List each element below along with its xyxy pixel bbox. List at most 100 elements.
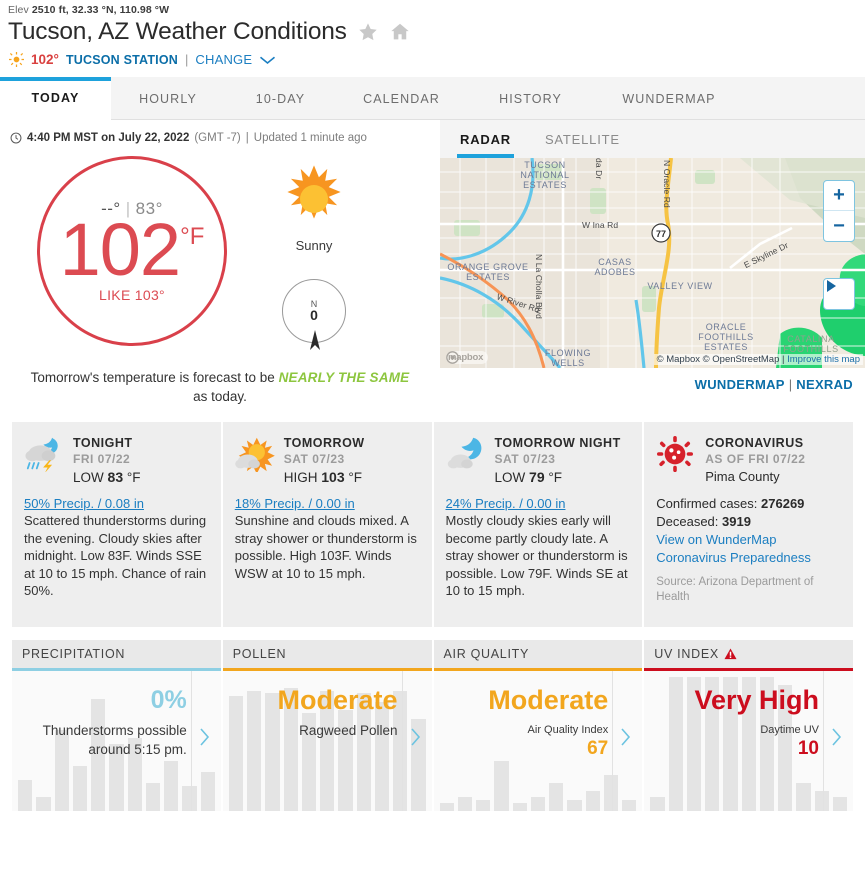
tab-hourly[interactable]: HOURLY — [111, 77, 225, 120]
radar-map[interactable]: 77 TUCSON NATIONAL ESTATES ORANGE GROVE … — [440, 158, 865, 368]
map-links-separator: | — [788, 377, 793, 392]
observation-gmt: (GMT -7) — [194, 132, 241, 144]
attribution-osm[interactable]: © OpenStreetMap — [703, 354, 780, 365]
metric-card-air-quality[interactable]: AIR QUALITY Moderate Air Quality Index 6… — [433, 640, 643, 811]
tab-history-label: HISTORY — [499, 91, 562, 106]
chevron-right-icon[interactable] — [620, 727, 632, 747]
tab-radar[interactable]: RADAR — [457, 120, 514, 158]
confirmed-cases-row: Confirmed cases: 276269 — [656, 495, 841, 513]
map-zoom-controls[interactable]: + − — [823, 180, 855, 242]
change-station-link[interactable]: CHANGE — [195, 52, 252, 67]
svg-text:77: 77 — [656, 229, 666, 239]
view-on-wundermap-link[interactable]: View on WunderMap — [656, 531, 841, 549]
temperature-circle: --° | 83° 102 °F LIKE 103° — [37, 156, 227, 346]
coronavirus-preparedness-link[interactable]: Coronavirus Preparedness — [656, 549, 841, 567]
chevron-down-icon[interactable] — [259, 55, 276, 65]
temperature-unit: °F — [180, 222, 205, 250]
metric-content: 0% Thunderstorms possible around 5:15 pm… — [12, 671, 221, 811]
clock-icon — [10, 132, 22, 144]
metric-card-uv-index[interactable]: UV INDEX Very High Daytime UV 10 — [644, 640, 853, 811]
chevron-right-icon[interactable] — [199, 727, 211, 747]
station-name-link[interactable]: TUCSON STATION — [66, 53, 178, 67]
metric-header: PRECIPITATION — [12, 640, 221, 668]
mapbox-circle-icon — [446, 351, 459, 364]
current-readings: --° | 83° 102 °F LIKE 103° Sunny N 0 — [0, 144, 440, 350]
card-description: Sunshine and clouds mixed. A stray showe… — [234, 513, 417, 581]
metric-title: POLLEN — [232, 647, 287, 661]
condition-label: Sunny — [295, 238, 333, 253]
precip-link[interactable]: 24% Precip. / 0.00 in — [446, 496, 631, 511]
card-date: FRI 07/22 — [73, 452, 131, 466]
metric-body: 0% Thunderstorms possible around 5:15 pm… — [12, 671, 221, 811]
nexrad-link[interactable]: NEXRAD — [796, 377, 853, 392]
map-zoom-in-button[interactable]: + — [824, 181, 854, 211]
attribution-mapbox[interactable]: © Mapbox — [657, 354, 700, 365]
elev-prefix: Elev — [8, 4, 32, 16]
metric-content: Moderate Ragweed Pollen — [223, 671, 432, 811]
radar-tab-bar[interactable]: RADAR SATELLITE — [440, 120, 865, 158]
observation-updated: Updated 1 minute ago — [253, 132, 367, 144]
chevron-right-icon[interactable] — [410, 727, 422, 747]
main-tab-bar[interactable]: TODAY HOURLY 10-DAY CALENDAR HISTORY WUN… — [0, 77, 865, 120]
card-date: AS OF FRI 07/22 — [705, 452, 806, 466]
forecast-card-tomorrow[interactable]: TOMORROW SAT 07/23 HIGH 103 °F 18% Preci… — [222, 422, 432, 627]
warning-triangle-icon — [724, 648, 737, 660]
tab-today[interactable]: TODAY — [0, 77, 111, 120]
elev-values: 2510 ft, 32.33 °N, 110.98 °W — [31, 4, 170, 16]
metric-card-pollen[interactable]: POLLEN Moderate Ragweed Pollen — [222, 640, 432, 811]
metric-header: POLLEN — [222, 640, 432, 668]
forecast-card-tonight[interactable]: TONIGHT FRI 07/22 LOW 83 °F 50% Precip. … — [12, 422, 221, 627]
home-icon[interactable] — [389, 21, 411, 43]
current-temperature: 102 °F — [60, 212, 205, 286]
metric-body: Moderate Ragweed Pollen — [223, 671, 432, 811]
card-header: TONIGHT FRI 07/22 LOW 83 °F — [24, 435, 209, 487]
current-conditions-panel: 4:40 PM MST on July 22, 2022 (GMT -7) | … — [0, 120, 440, 406]
metric-content: Very High Daytime UV 10 — [644, 671, 853, 811]
favorite-star-icon[interactable] — [357, 21, 379, 43]
metric-subtext: Ragweed Pollen — [299, 723, 398, 738]
tab-10-day[interactable]: 10-DAY — [225, 77, 336, 120]
tab-calendar-label: CALENDAR — [363, 91, 440, 106]
tab-wundermap[interactable]: WUNDERMAP — [594, 77, 744, 120]
card-header: CORONAVIRUS AS OF FRI 07/22 Pima County — [656, 435, 841, 486]
metric-small-label: Air Quality Index — [527, 724, 609, 736]
precip-link[interactable]: 18% Precip. / 0.00 in — [235, 496, 420, 511]
metric-subtext: Thunderstorms possible around 5:15 pm. — [42, 723, 187, 757]
sun-cloud-icon — [234, 435, 275, 477]
coronavirus-card[interactable]: CORONAVIRUS AS OF FRI 07/22 Pima County … — [644, 422, 853, 627]
metric-content: Moderate Air Quality Index 67 — [434, 671, 643, 811]
page-title: Tucson, AZ Weather Conditions — [8, 18, 347, 45]
map-zoom-out-button[interactable]: − — [824, 211, 854, 241]
forecast-card-tomorrow-night[interactable]: TOMORROW NIGHT SAT 07/23 LOW 79 °F 24% P… — [433, 422, 643, 627]
tab-radar-label: RADAR — [460, 131, 511, 147]
map-attribution: © Mapbox © OpenStreetMap | Improve this … — [653, 354, 863, 365]
tab-calendar[interactable]: CALENDAR — [336, 77, 467, 120]
metric-card-precipitation[interactable]: PRECIPITATION 0% Thunderstorms possible … — [12, 640, 221, 811]
card-temp: LOW 83 °F — [73, 468, 141, 487]
trend-note-pre: Tomorrow's temperature is forecast to be — [30, 370, 279, 385]
station-separator: | — [185, 52, 189, 67]
metric-title: UV INDEX — [654, 647, 719, 661]
metric-value: Very High — [694, 685, 819, 715]
moon-cloud-icon — [446, 435, 486, 477]
card-date: SAT 07/23 — [494, 452, 556, 466]
wundermap-link[interactable]: WUNDERMAP — [695, 377, 785, 392]
deceased-label: Deceased: — [656, 514, 719, 529]
tab-history[interactable]: HISTORY — [467, 77, 594, 120]
confirmed-cases-value: 276269 — [761, 496, 805, 511]
metric-title: AIR QUALITY — [443, 647, 529, 661]
tab-satellite[interactable]: SATELLITE — [545, 120, 620, 158]
observation-separator: | — [245, 132, 249, 144]
mapbox-logo[interactable]: mapbox — [446, 351, 489, 364]
wind-needle-icon — [310, 330, 320, 350]
covid-source: Source: Arizona Department of Health — [656, 576, 814, 603]
precip-link[interactable]: 50% Precip. / 0.08 in — [24, 496, 209, 511]
card-title: CORONAVIRUS — [705, 436, 804, 450]
tab-wundermap-label: WUNDERMAP — [622, 91, 716, 106]
feels-like-value: 103° — [134, 287, 165, 304]
sunny-condition-icon — [287, 165, 341, 219]
map-play-button[interactable] — [823, 278, 855, 310]
chevron-right-icon[interactable] — [831, 727, 843, 747]
attribution-improve-link[interactable]: Improve this map — [787, 354, 860, 365]
sun-icon — [9, 52, 24, 67]
